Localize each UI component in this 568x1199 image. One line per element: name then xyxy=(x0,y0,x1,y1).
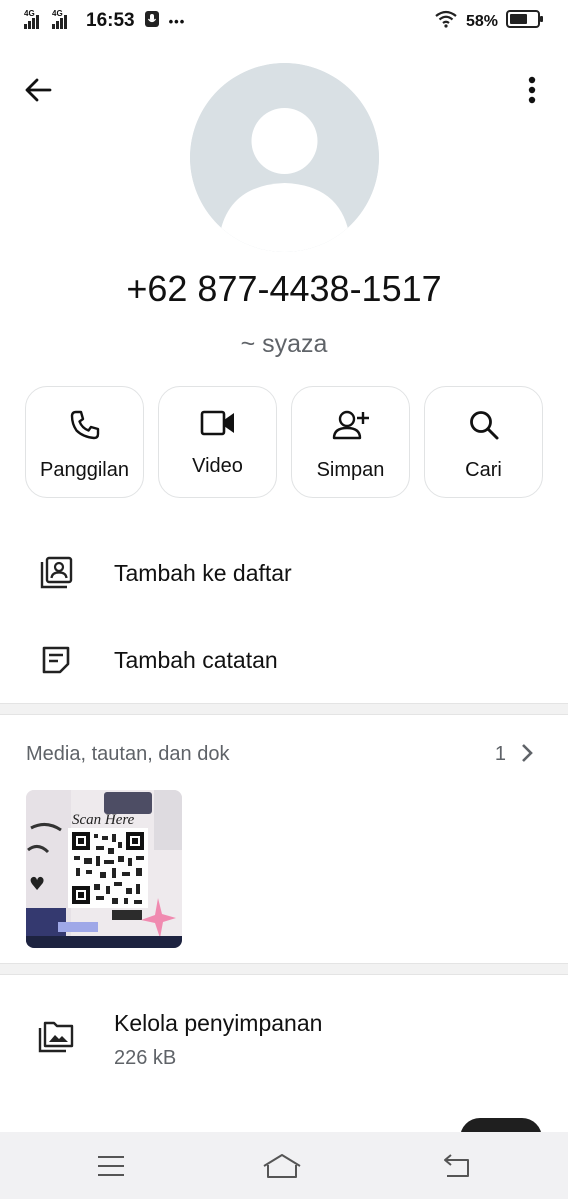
section-divider xyxy=(0,703,568,715)
quick-actions: Panggilan Video Simpan Cari xyxy=(25,386,543,498)
video-label: Video xyxy=(192,455,243,477)
network-type-2: 4G xyxy=(52,9,63,18)
contact-list-icon xyxy=(38,555,74,591)
back-nav-button[interactable] xyxy=(436,1150,476,1182)
thumbnail-caption: Scan Here xyxy=(72,812,135,828)
signal-1-icon: 4G xyxy=(24,9,48,29)
wifi-icon xyxy=(434,10,458,33)
signal-2-icon: 4G xyxy=(52,9,76,29)
media-section-title: Media, tautan, dan dok xyxy=(26,743,230,765)
menu-icon xyxy=(98,1156,124,1176)
manage-storage-row[interactable]: Kelola penyimpanan 226 kB xyxy=(0,1000,568,1090)
search-button[interactable]: Cari xyxy=(424,386,543,498)
more-notifications-indicator: ••• xyxy=(168,13,186,29)
section-divider xyxy=(0,963,568,975)
network-type-1: 4G xyxy=(24,9,35,18)
phone-icon xyxy=(70,410,99,440)
search-label: Cari xyxy=(465,459,502,481)
storage-size: 226 kB xyxy=(114,1047,177,1069)
contact-name: ~ syaza xyxy=(240,330,328,358)
search-icon xyxy=(469,411,498,440)
microphone-icon xyxy=(144,10,159,32)
save-label: Simpan xyxy=(316,459,385,481)
home-button[interactable] xyxy=(262,1150,302,1182)
battery-percent: 58% xyxy=(465,12,498,30)
status-bar-left: 4G 4G 16:53 ••• xyxy=(24,9,186,32)
system-navigation-bar xyxy=(0,1132,568,1199)
battery-icon xyxy=(506,10,544,33)
qr-collage-image: Scan Here ♥ xyxy=(26,790,182,948)
note-icon xyxy=(38,642,74,678)
add-note-label: Tambah catatan xyxy=(114,646,278,673)
default-person-icon xyxy=(190,63,379,252)
folder-image-icon xyxy=(38,1020,74,1059)
media-header[interactable]: Media, tautan, dan dok 1 xyxy=(26,741,544,771)
add-note-row[interactable]: Tambah catatan xyxy=(0,625,568,695)
call-label: Panggilan xyxy=(40,459,129,481)
svg-text:♥: ♥ xyxy=(29,874,45,895)
chevron-right-icon xyxy=(520,741,534,770)
back-button[interactable] xyxy=(20,72,56,108)
more-vert-icon xyxy=(528,76,536,104)
add-to-list-row[interactable]: Tambah ke daftar xyxy=(0,538,568,608)
save-contact-button[interactable]: Simpan xyxy=(291,386,410,498)
manage-storage-label: Kelola penyimpanan xyxy=(114,1010,323,1036)
status-bar: 4G 4G 16:53 ••• 58% xyxy=(0,0,568,46)
add-to-list-label: Tambah ke daftar xyxy=(114,559,292,586)
media-count: 1 xyxy=(494,743,506,765)
recent-apps-button[interactable] xyxy=(91,1150,131,1182)
video-call-button[interactable]: Video xyxy=(158,386,277,498)
video-icon xyxy=(200,410,234,436)
status-time: 16:53 xyxy=(86,10,135,31)
contact-avatar[interactable] xyxy=(190,63,379,252)
media-thumbnail[interactable]: Scan Here ♥ xyxy=(26,790,182,948)
arrow-left-icon xyxy=(25,78,52,102)
add-person-icon xyxy=(332,410,369,440)
contact-phone-number: +62 877-4438-1517 xyxy=(126,268,442,309)
call-button[interactable]: Panggilan xyxy=(25,386,144,498)
back-nav-icon xyxy=(444,1154,469,1177)
more-options-button[interactable] xyxy=(514,72,550,108)
status-bar-right: 58% xyxy=(434,10,544,33)
home-icon xyxy=(263,1154,301,1178)
